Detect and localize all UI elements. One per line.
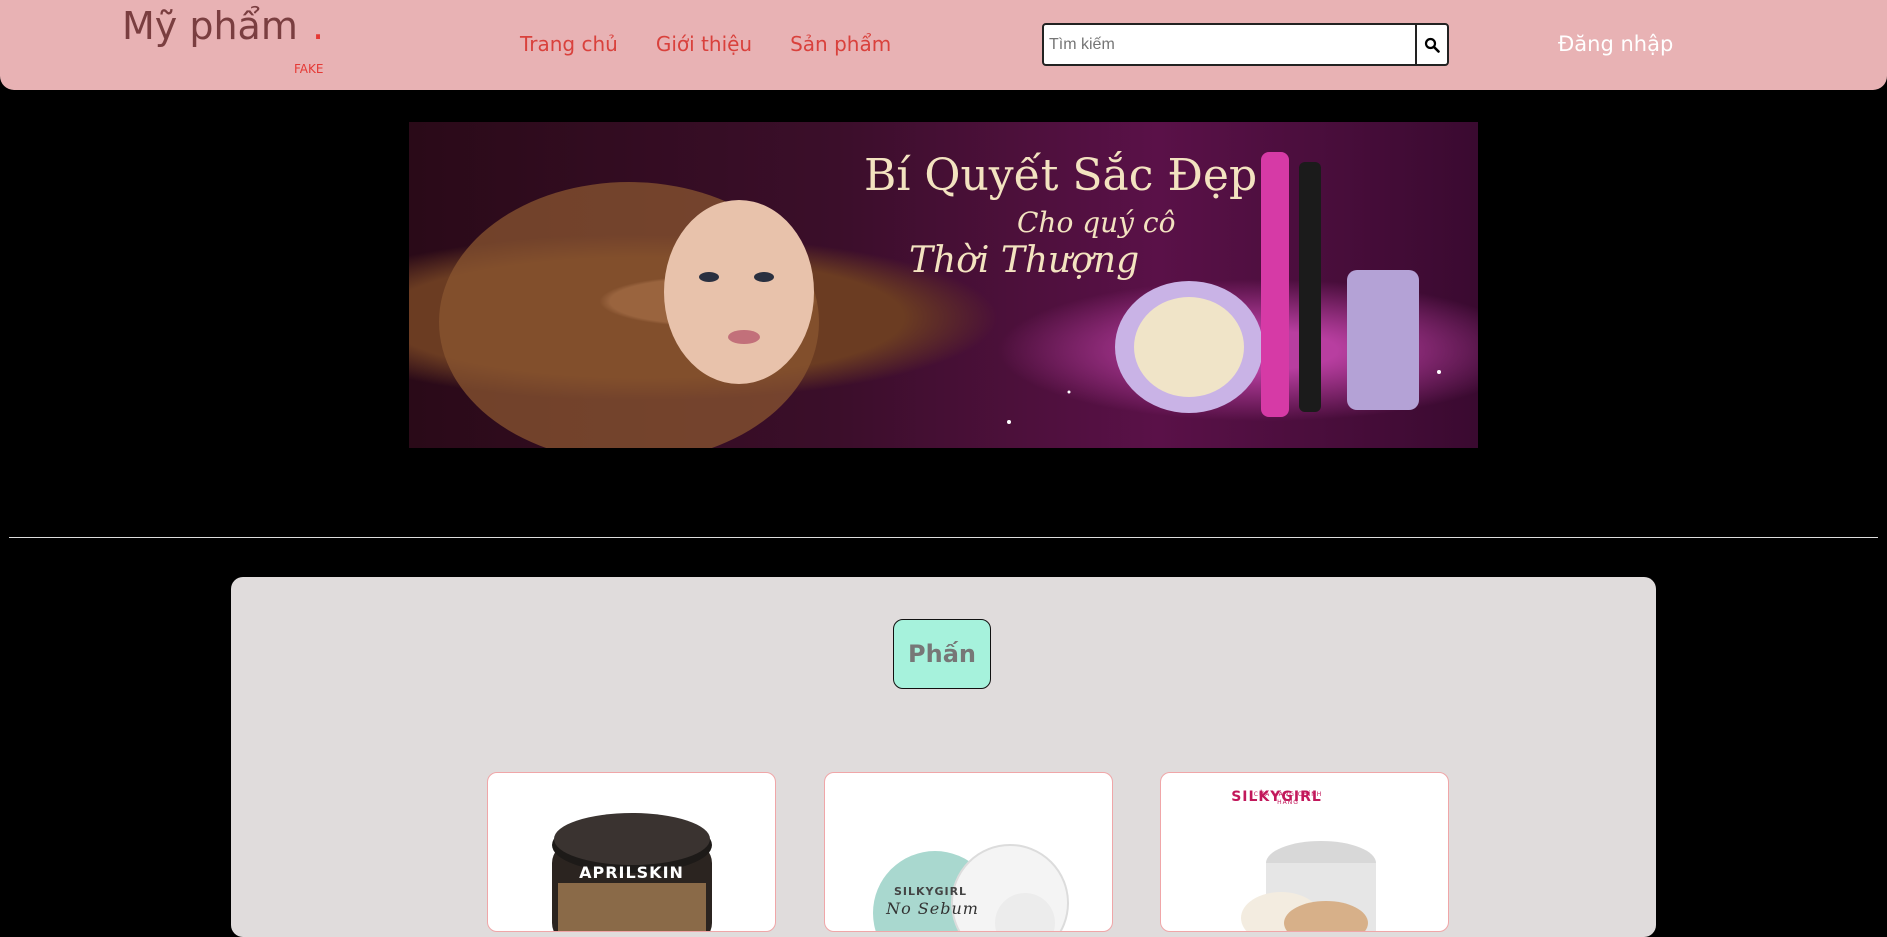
banner-heading: Bí Quyết Sắc Đẹp [864, 150, 1258, 201]
main-nav: Trang chủ Giới thiệu Sản phẩm [520, 32, 891, 56]
login-link[interactable]: Đăng nhập [1558, 32, 1673, 56]
product-image [552, 813, 712, 931]
product-name: No Sebum [886, 899, 979, 918]
nav-home[interactable]: Trang chủ [520, 32, 618, 56]
product-image [1241, 841, 1376, 931]
logo[interactable]: Mỹ phẩm . FAKE [122, 4, 324, 76]
search-icon [1424, 37, 1440, 53]
section-divider [9, 537, 1878, 538]
product-section: Phấn APRILSKIN SILKYGIRL No Sebum SILKYG… [231, 577, 1656, 937]
search-input[interactable] [1044, 25, 1416, 64]
product-brand: APRILSKIN [579, 863, 684, 882]
logo-subtitle: FAKE [294, 62, 324, 76]
logo-text: Mỹ phẩm [122, 4, 298, 48]
nav-about[interactable]: Giới thiệu [656, 32, 752, 56]
category-button[interactable]: Phấn [893, 619, 991, 689]
product-card[interactable]: APRILSKIN [487, 772, 776, 932]
search-button[interactable] [1415, 25, 1447, 64]
banner-tagline: Thời Thượng [909, 240, 1140, 281]
logo-dot: . [312, 4, 325, 48]
banner-subheading: Cho quý cô [1017, 206, 1176, 239]
nav-products[interactable]: Sản phẩm [790, 32, 891, 56]
product-card[interactable]: SILKYGIRL CỬA HÀNG CHÍNH HÃNG [1160, 772, 1449, 932]
product-brand: SILKYGIRL [893, 885, 968, 898]
hero-banner[interactable]: Bí Quyết Sắc Đẹp Cho quý cô Thời Thượng [409, 122, 1478, 448]
product-card[interactable]: SILKYGIRL No Sebum [824, 772, 1113, 932]
site-header: Mỹ phẩm . FAKE Trang chủ Giới thiệu Sản … [0, 0, 1887, 90]
search-box [1042, 23, 1449, 66]
